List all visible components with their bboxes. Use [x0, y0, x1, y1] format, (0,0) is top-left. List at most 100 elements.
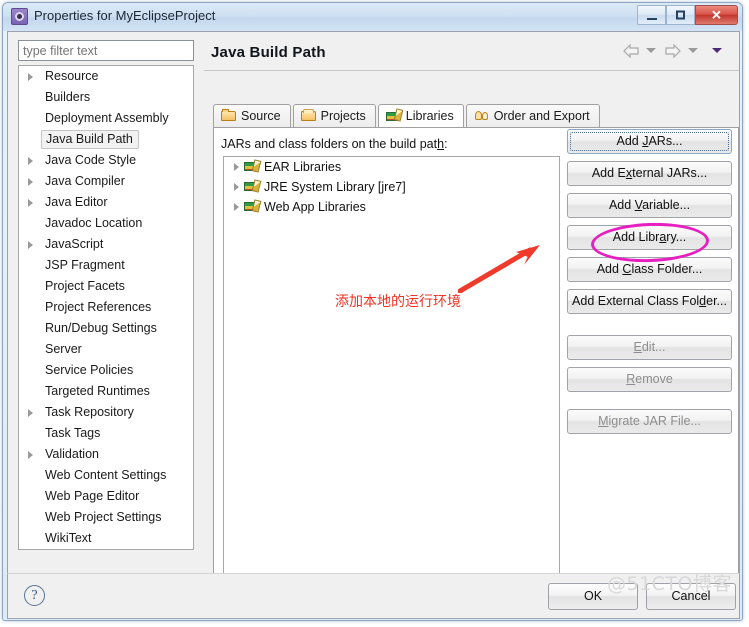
- sidebar-item-resource[interactable]: Resource: [19, 66, 193, 87]
- sidebar-item-label: Task Tags: [45, 426, 101, 440]
- expand-chevron-right-icon[interactable]: [28, 157, 33, 165]
- sidebar-item-run-debug-settings[interactable]: Run/Debug Settings: [19, 318, 193, 339]
- eclipse-properties-icon: [11, 8, 28, 25]
- sidebar-item-web-project-settings[interactable]: Web Project Settings: [19, 507, 193, 528]
- button-label-post: ariable...: [642, 198, 691, 212]
- tab-label: Libraries: [405, 109, 454, 123]
- forward-arrow-icon[interactable]: [664, 43, 682, 58]
- sidebar-item-web-page-editor[interactable]: Web Page Editor: [19, 486, 193, 507]
- sidebar-item-label: JSP Fragment: [45, 258, 125, 272]
- button-label-mnemonic: M: [598, 414, 609, 428]
- expand-chevron-right-icon[interactable]: [28, 199, 33, 207]
- minimize-button[interactable]: [637, 5, 666, 25]
- sidebar-item-java-build-path[interactable]: Java Build Path: [19, 129, 193, 150]
- tab-libraries[interactable]: Libraries: [377, 104, 464, 127]
- sidebar-item-wikitext[interactable]: WikiText: [19, 528, 193, 549]
- sidebar-item-web-content-settings[interactable]: Web Content Settings: [19, 465, 193, 486]
- expand-chevron-right-icon[interactable]: [234, 203, 239, 211]
- button-label-post: igrate JAR File...: [608, 414, 701, 428]
- sidebar-item-label: Web Page Editor: [45, 489, 140, 503]
- sidebar-item-java-code-style[interactable]: Java Code Style: [19, 150, 193, 171]
- button-label-mnemonic: R: [626, 372, 636, 386]
- order-export-icon: [474, 108, 490, 123]
- sidebar-item-task-repository[interactable]: Task Repository: [19, 402, 193, 423]
- sidebar-item-label: Project References: [45, 300, 152, 314]
- add-jars-button[interactable]: Add JARs...: [567, 129, 732, 154]
- page-menu-chevron-down-icon[interactable]: [712, 48, 722, 54]
- watermark: @51CTO博客: [606, 573, 732, 595]
- annotation-note-text: 添加本地的运行环境: [335, 294, 461, 310]
- settings-tree[interactable]: Resource Builders Deployment Assembly Java …: [18, 65, 194, 550]
- library-list-item-label: JRE System Library [jre7]: [264, 180, 406, 194]
- sidebar-item-project-facets[interactable]: Project Facets: [19, 276, 193, 297]
- button-label-pre: Add: [616, 134, 643, 148]
- sidebar-item-label: Java Build Path: [41, 130, 139, 149]
- expand-chevron-right-icon[interactable]: [28, 73, 33, 81]
- sidebar-item-java-compiler[interactable]: Java Compiler: [19, 171, 193, 192]
- libraries-list-label-pre: JARs and class folders on the build pat: [221, 137, 438, 151]
- sidebar-item-service-policies[interactable]: Service Policies: [19, 360, 193, 381]
- close-button[interactable]: ✕: [695, 5, 738, 25]
- library-list-item[interactable]: EAR Libraries: [224, 157, 559, 177]
- sidebar-item-task-tags[interactable]: Task Tags: [19, 423, 193, 444]
- expand-chevron-right-icon[interactable]: [28, 451, 33, 459]
- sidebar-item-label: Deployment Assembly: [45, 111, 169, 125]
- minimize-icon: [638, 14, 665, 16]
- back-history-chevron-down-icon[interactable]: [645, 48, 656, 54]
- button-label-post: emove: [635, 372, 673, 386]
- sidebar-item-javascript[interactable]: JavaScript: [19, 234, 193, 255]
- filter-input[interactable]: [18, 40, 194, 61]
- sidebar-item-javadoc-location[interactable]: Javadoc Location: [19, 213, 193, 234]
- help-icon[interactable]: ?: [24, 585, 45, 606]
- button-label-mnemonic: E: [633, 340, 642, 354]
- sidebar-item-builders[interactable]: Builders: [19, 87, 193, 108]
- add-variable-button[interactable]: Add Variable...: [567, 193, 732, 218]
- sidebar-item-validation[interactable]: Validation: [19, 444, 193, 465]
- expand-chevron-right-icon[interactable]: [28, 241, 33, 249]
- tab-projects[interactable]: Projects: [292, 104, 376, 127]
- sidebar-item-deployment-assembly[interactable]: Deployment Assembly: [19, 108, 193, 129]
- sidebar-item-xdoclet[interactable]: XDoclet: [19, 549, 193, 550]
- forward-history-chevron-down-icon[interactable]: [687, 48, 698, 54]
- expand-chevron-right-icon[interactable]: [234, 183, 239, 191]
- library-list-item-label: EAR Libraries: [264, 160, 342, 174]
- button-label-post: lass Folder...: [631, 262, 703, 276]
- button-label-pre: Add External Class Fol: [572, 294, 700, 308]
- expand-chevron-right-icon[interactable]: [234, 163, 239, 171]
- sidebar-item-project-references[interactable]: Project References: [19, 297, 193, 318]
- title-bar: Properties for MyEclipseProject ✕: [3, 3, 742, 31]
- projects-folder-icon: [300, 108, 317, 123]
- add-class-folder-button[interactable]: Add Class Folder...: [567, 257, 732, 282]
- library-list-item[interactable]: JRE System Library [jre7]: [224, 177, 559, 197]
- sidebar-item-java-editor[interactable]: Java Editor: [19, 192, 193, 213]
- button-label-pre: Add E: [591, 166, 626, 180]
- expand-chevron-right-icon[interactable]: [28, 178, 33, 186]
- close-icon: ✕: [711, 7, 722, 23]
- edit-button: Edit...: [567, 335, 732, 360]
- library-list-item-label: Web App Libraries: [264, 200, 366, 214]
- sidebar-item-server[interactable]: Server: [19, 339, 193, 360]
- library-icon: [244, 160, 261, 174]
- sidebar-item-targeted-runtimes[interactable]: Targeted Runtimes: [19, 381, 193, 402]
- tab-label: Projects: [320, 109, 366, 123]
- add-library-button[interactable]: Add Library...: [567, 225, 732, 250]
- sidebar-item-jsp-fragment[interactable]: JSP Fragment: [19, 255, 193, 276]
- source-folder-icon: [221, 108, 237, 123]
- library-list-item[interactable]: Web App Libraries: [224, 197, 559, 217]
- libraries-list[interactable]: EAR Libraries JRE System Library [jre7] We…: [223, 156, 560, 577]
- sidebar-item-label: Validation: [45, 447, 99, 461]
- back-arrow-icon[interactable]: [622, 43, 640, 58]
- expand-chevron-right-icon[interactable]: [28, 409, 33, 417]
- sidebar-item-label: WikiText: [45, 531, 92, 545]
- sidebar-item-label: JavaScript: [45, 237, 104, 251]
- tab-order-and-export[interactable]: Order and Export: [465, 104, 600, 127]
- sidebar-item-label: Java Compiler: [45, 174, 125, 188]
- button-label-post: ARs...: [648, 134, 683, 148]
- add-external-jars-button[interactable]: Add External JARs...: [567, 161, 732, 186]
- add-external-class-folder-button[interactable]: Add External Class Folder...: [567, 289, 732, 314]
- tab-label: Source: [241, 109, 281, 123]
- tab-source[interactable]: Source: [213, 104, 291, 127]
- button-label-mnemonic: V: [634, 198, 643, 212]
- sidebar-item-label: Run/Debug Settings: [45, 321, 157, 335]
- maximize-button[interactable]: [666, 5, 695, 25]
